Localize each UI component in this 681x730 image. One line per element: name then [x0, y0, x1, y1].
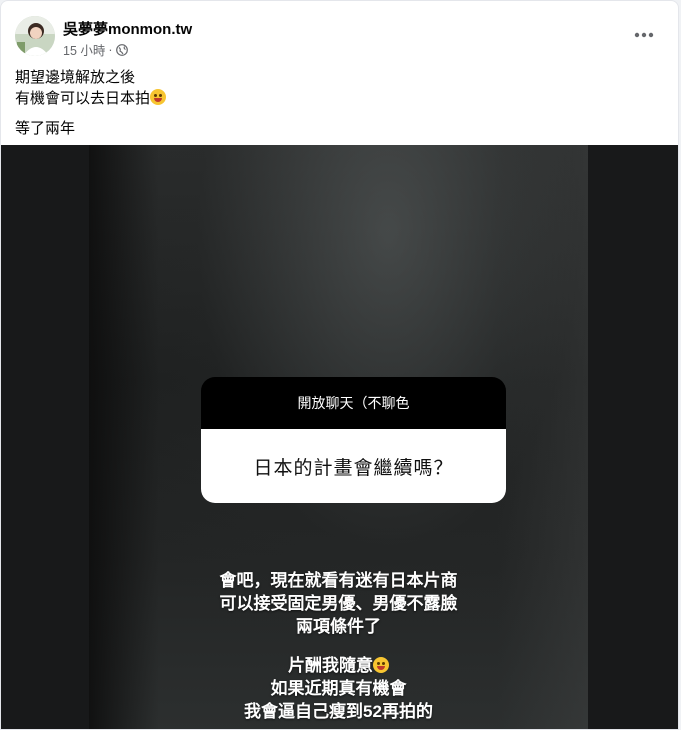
question-sticker-question: 日本的計畫會繼續嗎？ [201, 429, 506, 503]
answer-line: 會吧，現在就看有迷有日本片商 [219, 571, 458, 590]
post-text: 期望邊境解放之後 有機會可以去日本拍 等了兩年 [15, 67, 167, 139]
post-text-line: 等了兩年 [15, 120, 76, 137]
question-sticker-header: 開放聊天（不聊色 [201, 377, 506, 429]
laughing-emoji-icon [150, 89, 167, 105]
globe-icon[interactable] [115, 43, 128, 56]
more-options-icon [634, 32, 654, 38]
answer-line: 我會逼自己瘦到52再拍的 [244, 702, 433, 721]
author-avatar[interactable] [15, 16, 55, 56]
post-meta: 15 小時 · [63, 40, 128, 59]
facebook-post: 吳夢夢monmon.tw 15 小時 · 期望邊境解放之後 有機會可以去日本拍 … [0, 0, 679, 730]
post-text-line: 期望邊境解放之後 [15, 69, 136, 86]
story-image[interactable]: 開放聊天（不聊色 日本的計畫會繼續嗎？ 會吧，現在就看有迷有日本片商 可以接受固… [89, 145, 588, 729]
author-name[interactable]: 吳夢夢monmon.tw [63, 18, 192, 39]
laughing-emoji-icon [373, 657, 389, 673]
answer-line: 如果近期真有機會 [270, 679, 407, 698]
post-text-line: 有機會可以去日本拍 [15, 88, 167, 109]
avatar-image [15, 16, 55, 56]
more-options-button[interactable] [630, 23, 658, 47]
meta-separator: · [108, 42, 113, 57]
answer-line: 片酬我隨意 [89, 654, 588, 677]
question-sticker: 開放聊天（不聊色 日本的計畫會繼續嗎？ [201, 377, 506, 503]
post-timestamp[interactable]: 15 小時 [63, 40, 105, 59]
answer-line: 可以接受固定男優、男優不露臉 [219, 594, 458, 613]
answer-line: 兩項條件了 [296, 617, 381, 636]
post-media[interactable]: 開放聊天（不聊色 日本的計畫會繼續嗎？ 會吧，現在就看有迷有日本片商 可以接受固… [1, 145, 678, 729]
story-answer-text: 會吧，現在就看有迷有日本片商 可以接受固定男優、男優不露臉 兩項條件了 片酬我隨… [89, 569, 588, 723]
post-header: 吳夢夢monmon.tw 15 小時 · [1, 1, 678, 61]
